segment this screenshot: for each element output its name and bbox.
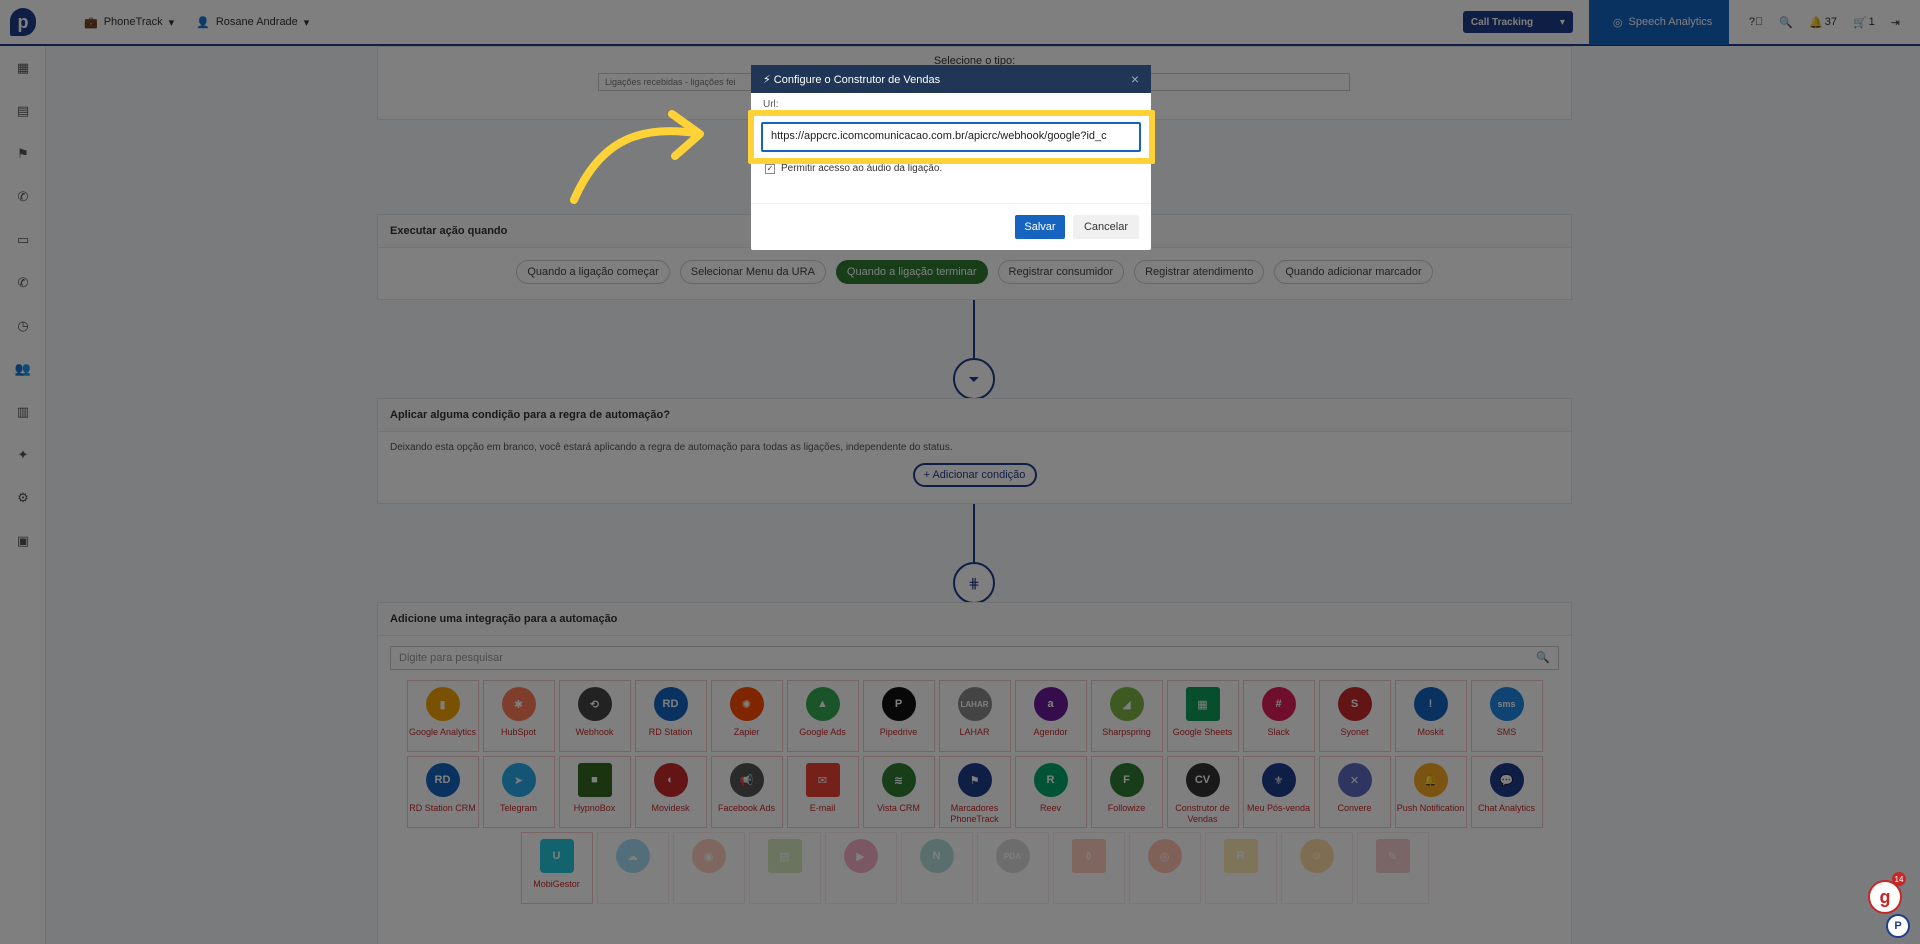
audio-access-row[interactable]: ✓ Permitir acesso ao áudio da ligação.: [765, 163, 942, 174]
cancel-button[interactable]: Cancelar: [1073, 215, 1139, 239]
modal-footer: Salvar Cancelar: [751, 203, 1151, 250]
close-icon[interactable]: ×: [1131, 71, 1139, 87]
url-field-highlight: [748, 110, 1155, 164]
audio-checkbox[interactable]: ✓: [765, 163, 775, 174]
support-chat-letter: P: [1894, 920, 1902, 932]
save-button[interactable]: Salvar: [1015, 215, 1065, 239]
audio-label: Permitir acesso ao áudio da ligação.: [781, 163, 943, 174]
modal-header: ⚡ Configure o Construtor de Vendas ×: [751, 65, 1151, 93]
modal-title: Configure o Construtor de Vendas: [773, 73, 941, 86]
bolt-icon: ⚡: [763, 73, 771, 86]
guide-badge-letter: g: [1879, 886, 1891, 907]
guide-badge-count: 14: [1892, 872, 1906, 886]
url-label: Url:: [763, 99, 779, 110]
support-chat-button[interactable]: P: [1886, 914, 1910, 938]
pointer-arrow-icon: [570, 110, 704, 204]
